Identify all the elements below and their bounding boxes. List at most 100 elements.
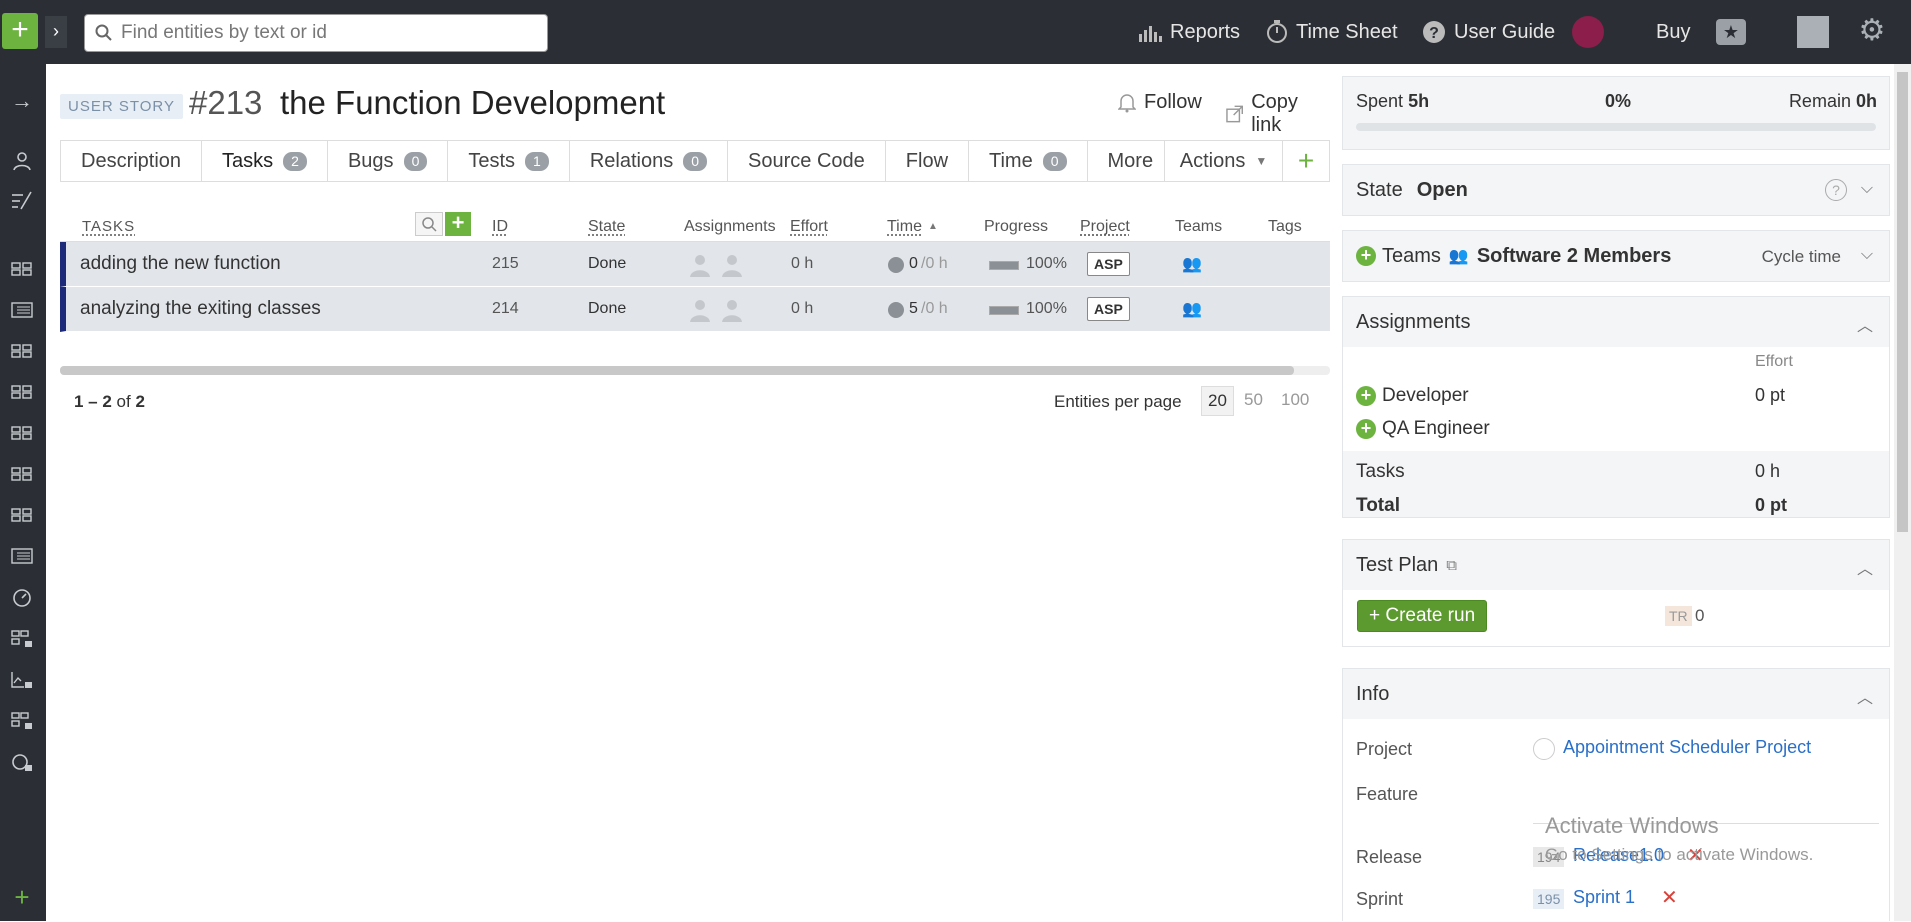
- spent-label: Spent: [1356, 91, 1403, 111]
- board-icon[interactable]: [6, 502, 38, 528]
- board-icon[interactable]: [6, 420, 38, 446]
- tab-description[interactable]: Description: [61, 141, 202, 181]
- column-assignments[interactable]: Assignments: [684, 218, 776, 236]
- add-button[interactable]: +: [1283, 141, 1329, 181]
- create-run-button[interactable]: + Create run: [1357, 600, 1487, 632]
- add-qa-icon[interactable]: +: [1356, 419, 1376, 439]
- locked-chart-icon[interactable]: [6, 667, 38, 693]
- team-icon[interactable]: 👥: [1182, 254, 1202, 274]
- horizontal-scrollbar[interactable]: [60, 366, 1330, 375]
- entity-title[interactable]: the Function Development: [280, 84, 665, 122]
- search-icon[interactable]: [415, 212, 443, 236]
- per-page-option[interactable]: 20: [1201, 386, 1234, 416]
- timesheet-link[interactable]: Time Sheet: [1266, 0, 1398, 64]
- edit-list-icon[interactable]: [6, 188, 38, 214]
- chevron-up-icon[interactable]: ︿: [1857, 555, 1873, 579]
- person-icon[interactable]: [688, 253, 712, 277]
- sort-asc-icon: ▲: [928, 221, 938, 232]
- list-icon[interactable]: [6, 543, 38, 569]
- test-plan-title[interactable]: Test Plan: [1356, 554, 1438, 577]
- brand-logo-icon[interactable]: [1572, 16, 1604, 48]
- project-link[interactable]: Appointment Scheduler Project: [1563, 737, 1811, 758]
- locked-board-icon[interactable]: [6, 708, 38, 734]
- tab-flow[interactable]: Flow: [886, 141, 969, 181]
- remove-sprint-icon[interactable]: ✕: [1661, 885, 1678, 910]
- tab-tasks[interactable]: Tasks 2: [202, 141, 328, 181]
- expand-menu-button[interactable]: ›: [45, 16, 67, 48]
- open-window-icon[interactable]: ⧉: [1446, 557, 1457, 574]
- tab-time[interactable]: Time 0: [969, 141, 1088, 181]
- person-icon[interactable]: [720, 253, 744, 277]
- column-effort[interactable]: Effort: [790, 218, 828, 236]
- task-name[interactable]: adding the new function: [80, 253, 281, 275]
- board-icon[interactable]: [6, 379, 38, 405]
- state-label: State: [1356, 179, 1403, 202]
- reports-link[interactable]: Reports: [1138, 0, 1240, 64]
- vertical-scrollbar[interactable]: [1894, 64, 1911, 921]
- assignments-panel: Assignments ︿ Effort + Developer 0 pt + QA…: [1342, 296, 1890, 518]
- dashboard-icon[interactable]: [6, 585, 38, 611]
- star-icon[interactable]: ★: [1716, 19, 1746, 45]
- per-page-option[interactable]: 100: [1275, 386, 1315, 414]
- scrollbar-thumb[interactable]: [60, 366, 1294, 375]
- tab-source-code[interactable]: Source Code: [728, 141, 886, 181]
- column-id[interactable]: ID: [492, 218, 508, 236]
- state-panel[interactable]: State Open ? ⌵: [1342, 164, 1890, 216]
- table-row[interactable]: analyzing the exiting classes 214 Done 0…: [60, 287, 1330, 332]
- locked-board-icon[interactable]: [6, 626, 38, 652]
- project-badge[interactable]: ASP: [1087, 252, 1130, 276]
- column-progress[interactable]: Progress: [984, 218, 1048, 236]
- task-state[interactable]: Done: [588, 255, 626, 273]
- column-tasks[interactable]: TASKS: [82, 218, 135, 235]
- add-team-icon[interactable]: +: [1356, 246, 1376, 266]
- help-icon[interactable]: ?: [1825, 179, 1847, 201]
- role-effort[interactable]: 0 pt: [1755, 385, 1785, 406]
- list-icon[interactable]: [6, 297, 38, 323]
- avatar[interactable]: [1797, 16, 1829, 48]
- search-input[interactable]: Find entities by text or id: [84, 14, 548, 52]
- copy-link-button[interactable]: Copy link: [1226, 91, 1330, 137]
- board-icon[interactable]: [6, 256, 38, 282]
- sprint-link[interactable]: Sprint 1: [1573, 887, 1635, 908]
- add-developer-icon[interactable]: +: [1356, 386, 1376, 406]
- person-icon[interactable]: [720, 298, 744, 322]
- task-effort[interactable]: 0 h: [791, 255, 813, 273]
- arrow-right-icon[interactable]: →: [6, 88, 38, 114]
- locked-dashboard-icon[interactable]: [6, 750, 38, 776]
- follow-button[interactable]: Follow: [1118, 91, 1202, 114]
- chevron-up-icon[interactable]: ︿: [1857, 312, 1873, 336]
- gear-icon[interactable]: ⚙: [1856, 15, 1888, 47]
- buy-link[interactable]: Buy: [1656, 0, 1690, 64]
- scrollbar-thumb[interactable]: [1897, 72, 1908, 532]
- add-task-button[interactable]: +: [445, 212, 471, 236]
- team-name[interactable]: Software 2 Members: [1477, 245, 1672, 268]
- actions-dropdown[interactable]: Actions ▼: [1165, 141, 1283, 181]
- column-state[interactable]: State: [588, 218, 625, 236]
- column-time[interactable]: Time: [887, 218, 922, 236]
- add-view-icon[interactable]: +: [6, 884, 38, 910]
- board-icon[interactable]: [6, 461, 38, 487]
- tab-relations[interactable]: Relations 0: [570, 141, 728, 181]
- state-value[interactable]: Open: [1417, 179, 1468, 202]
- column-teams[interactable]: Teams: [1175, 218, 1222, 236]
- chevron-up-icon[interactable]: ︿: [1857, 684, 1873, 708]
- column-tags[interactable]: Tags: [1268, 218, 1302, 236]
- table-row[interactable]: adding the new function 215 Done 0 h 0 /…: [60, 242, 1330, 287]
- board-icon[interactable]: [6, 338, 38, 364]
- tab-bugs[interactable]: Bugs 0: [328, 141, 448, 181]
- task-state[interactable]: Done: [588, 300, 626, 318]
- task-name[interactable]: analyzing the exiting classes: [80, 298, 321, 320]
- project-badge[interactable]: ASP: [1087, 297, 1130, 321]
- cycle-time-link[interactable]: Cycle time: [1762, 247, 1841, 267]
- per-page-option[interactable]: 50: [1238, 386, 1269, 414]
- task-effort[interactable]: 0 h: [791, 300, 813, 318]
- column-project[interactable]: Project: [1080, 218, 1130, 236]
- add-entity-button[interactable]: +: [2, 13, 38, 49]
- user-icon[interactable]: [6, 148, 38, 174]
- userguide-link[interactable]: ? User Guide: [1422, 0, 1555, 64]
- team-icon[interactable]: 👥: [1182, 299, 1202, 319]
- tab-tests[interactable]: Tests 1: [448, 141, 569, 181]
- person-icon[interactable]: [688, 298, 712, 322]
- chevron-down-icon[interactable]: ⌵: [1861, 180, 1873, 198]
- chevron-down-icon[interactable]: ⌵: [1861, 246, 1873, 264]
